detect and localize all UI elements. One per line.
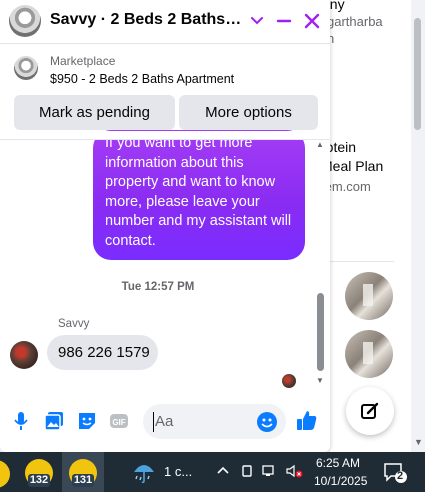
background-card-title-2[interactable]: Meal Plan: [321, 158, 383, 174]
scroll-up-arrow-icon[interactable]: ▲: [316, 140, 324, 149]
background-text-line2: gartharba: [327, 14, 383, 29]
photo-icon[interactable]: [43, 410, 65, 432]
listing-title[interactable]: $950 - 2 Beds 2 Baths Apartment: [50, 72, 234, 86]
chat-scrollbar-thumb[interactable]: [317, 293, 324, 371]
gif-icon[interactable]: GIF: [108, 410, 130, 432]
page-scrollbar-thumb[interactable]: [414, 18, 421, 130]
background-chat-thumbnail-2[interactable]: [345, 330, 393, 378]
notification-icon[interactable]: 2: [383, 461, 409, 490]
listing-thumbnail: [14, 56, 38, 80]
clock-time[interactable]: 6:25 AM: [316, 456, 360, 470]
chat-window: Savvy · 2 Beds 2 Baths Apa... Marketplac…: [0, 0, 330, 452]
svg-text:GIF: GIF: [112, 418, 125, 427]
more-options-button[interactable]: More options: [179, 95, 318, 130]
notification-count: 2: [397, 470, 404, 482]
sender-name: Savvy: [58, 318, 90, 330]
taskbar-app-icon-2[interactable]: 131: [69, 459, 97, 487]
network-icon[interactable]: [262, 464, 278, 481]
clock-date[interactable]: 10/1/2025: [314, 474, 367, 488]
scroll-down-arrow-icon[interactable]: ▼: [316, 376, 324, 385]
conversation-title[interactable]: Savvy · 2 Beds 2 Baths Apa...: [50, 11, 245, 29]
message-composer: GIF: [0, 400, 330, 444]
chat-header: Savvy · 2 Beds 2 Baths Apa...: [0, 0, 330, 44]
like-icon[interactable]: [296, 409, 318, 431]
chat-scrollbar[interactable]: ▲ ▼: [315, 140, 327, 388]
microphone-icon[interactable]: [10, 410, 32, 432]
device-icon[interactable]: [240, 464, 254, 481]
marketplace-label: Marketplace: [50, 54, 116, 68]
minimize-icon[interactable]: [272, 9, 296, 33]
background-chat-thumbnail-1[interactable]: [345, 272, 393, 320]
thread-divider: [0, 139, 330, 140]
taskbar-badge-2: 131: [71, 474, 95, 487]
new-message-button[interactable]: [346, 387, 394, 435]
mark-as-pending-button[interactable]: Mark as pending: [14, 95, 175, 130]
chevron-down-icon[interactable]: [245, 9, 269, 33]
marketplace-listing-row[interactable]: Marketplace $950 - 2 Beds 2 Baths Apartm…: [0, 45, 330, 91]
message-timestamp: Tue 12:57 PM: [121, 281, 195, 293]
outgoing-message-bubble: If you want to get more information abou…: [93, 130, 305, 260]
incoming-message-bubble: 986 226 1579: [47, 335, 158, 370]
seen-indicator-avatar: [282, 374, 296, 388]
weather-text[interactable]: 1 c...: [164, 464, 192, 479]
taskbar-app-icon-partial[interactable]: [0, 460, 10, 488]
taskbar-badge-1: 132: [27, 474, 51, 487]
sticker-icon[interactable]: [76, 410, 98, 432]
taskbar-app-icon-1[interactable]: 132: [25, 459, 53, 487]
sender-avatar[interactable]: [10, 341, 38, 369]
conversation-avatar[interactable]: [9, 5, 41, 37]
text-caret: [153, 412, 154, 432]
volume-muted-icon[interactable]: [286, 464, 304, 481]
scroll-down-arrow-icon[interactable]: ▼: [414, 437, 423, 447]
incoming-message-text: 986 226 1579: [58, 344, 150, 361]
close-icon[interactable]: [300, 9, 324, 33]
chevron-up-icon[interactable]: [216, 463, 230, 480]
outgoing-message-text: If you want to get more information abou…: [105, 135, 292, 249]
compose-icon: [361, 402, 379, 419]
page-scrollbar[interactable]: ▼: [411, 0, 425, 452]
weather-icon[interactable]: [132, 460, 156, 489]
emoji-icon[interactable]: [257, 412, 277, 432]
